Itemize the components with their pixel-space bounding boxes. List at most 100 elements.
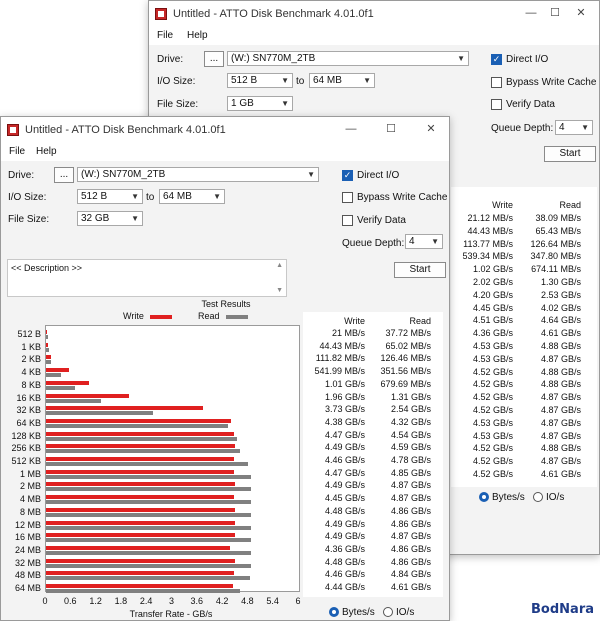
back-write-value: 4.52 GB/s: [472, 366, 513, 377]
io-from-select[interactable]: 512 B ▼: [227, 73, 293, 88]
back-write-value: 4.36 GB/s: [472, 328, 513, 339]
drive-select[interactable]: (W:) SN770M_2TB ▼: [227, 51, 469, 66]
direct-io-checkbox[interactable]: ✓: [342, 170, 353, 181]
read-bar: [46, 589, 241, 593]
io-to-select[interactable]: 64 MB ▼: [159, 189, 225, 204]
description-box[interactable]: << Description >> ▲ ▼: [7, 259, 287, 297]
front-write-value: 4.36 GB/s: [324, 543, 365, 554]
front-write-value: 4.45 GB/s: [324, 493, 365, 504]
io-from-select[interactable]: 512 B ▼: [77, 189, 143, 204]
direct-io-label: Direct I/O: [357, 170, 400, 181]
file-size-select[interactable]: 32 GB ▼: [77, 211, 143, 226]
back-write-value: 4.51 GB/s: [472, 315, 513, 326]
front-write-value: 4.47 GB/s: [324, 429, 365, 440]
front-read-value: 1.31 GB/s: [390, 391, 431, 402]
front-read-value: 351.56 MB/s: [380, 366, 431, 377]
drive-select[interactable]: (W:) SN770M_2TB ▼: [77, 167, 319, 182]
front-read-value: 4.85 GB/s: [390, 467, 431, 478]
chevron-down-icon: ▼: [281, 99, 289, 108]
drive-value: (W:) SN770M_2TB: [81, 169, 166, 180]
verify-data-checkbox[interactable]: [491, 99, 502, 110]
io-to-value: 64 MB: [313, 75, 342, 86]
read-bar: [46, 576, 251, 581]
back-read-value: 4.64 GB/s: [540, 315, 581, 326]
scroll-down-icon[interactable]: ▼: [276, 287, 283, 294]
menu-help[interactable]: Help: [36, 146, 57, 157]
read-bar: [46, 462, 248, 466]
back-results-panel: Write Read 21.12 MB/s 38.09 MB/s 44.43 MB/…: [451, 187, 597, 487]
front-menubar: File Help: [1, 143, 449, 161]
front-write-value: 21 MB/s: [331, 328, 365, 338]
front-window[interactable]: Untitled - ATTO Disk Benchmark 4.01.0f1 …: [0, 116, 450, 621]
read-bar: [46, 563, 251, 568]
read-bar: [46, 436, 238, 441]
front-read-value: 4.32 GB/s: [390, 416, 431, 427]
verify-data-label: Verify Data: [357, 215, 406, 226]
verify-data-checkbox[interactable]: [342, 215, 353, 226]
back-read-value: 65.43 MB/s: [535, 225, 581, 236]
menu-file[interactable]: File: [9, 146, 25, 157]
bytes-per-second-radio[interactable]: [479, 492, 489, 502]
x-tick-label: 0: [42, 596, 48, 606]
minimize-icon[interactable]: —: [521, 5, 541, 21]
read-bar: [46, 411, 154, 416]
drive-label: Drive:: [157, 54, 184, 65]
front-write-value: 3.73 GB/s: [324, 404, 365, 415]
read-bar: [46, 550, 251, 555]
read-bar: [46, 487, 252, 492]
x-tick-label: 4.8: [241, 596, 254, 606]
io-per-second-radio[interactable]: [533, 492, 543, 502]
io-size-label: I/O Size:: [8, 192, 47, 203]
bypass-cache-checkbox[interactable]: [491, 77, 502, 88]
browse-button[interactable]: ...: [54, 167, 74, 183]
front-read-value: 65.02 MB/s: [385, 340, 431, 351]
maximize-icon[interactable]: ☐: [545, 5, 565, 21]
front-titlebar[interactable]: Untitled - ATTO Disk Benchmark 4.01.0f1 …: [1, 117, 449, 143]
bypass-cache-checkbox[interactable]: [342, 192, 353, 203]
back-write-value: 4.52 GB/s: [472, 443, 513, 454]
maximize-icon[interactable]: ☐: [381, 121, 401, 137]
chevron-down-icon: ▼: [457, 54, 465, 63]
back-read-value: 4.88 GB/s: [540, 379, 581, 390]
write-bar: [46, 368, 69, 373]
scroll-up-icon[interactable]: ▲: [276, 262, 283, 269]
io-per-second-radio[interactable]: [383, 607, 393, 617]
y-tick-label: 128 KB: [11, 430, 41, 441]
read-bar: [46, 474, 251, 479]
y-tick-label: 32 MB: [14, 557, 41, 568]
y-tick-label: 24 MB: [14, 544, 41, 555]
back-titlebar[interactable]: Untitled - ATTO Disk Benchmark 4.01.0f1 …: [149, 1, 599, 27]
close-icon[interactable]: ✕: [571, 5, 591, 21]
io-to-select[interactable]: 64 MB ▼: [309, 73, 375, 88]
drive-label: Drive:: [8, 170, 35, 181]
menu-help[interactable]: Help: [187, 30, 208, 41]
close-icon[interactable]: ✕: [421, 121, 441, 137]
bytes-per-second-radio[interactable]: [329, 607, 339, 617]
start-button[interactable]: Start: [394, 262, 446, 278]
y-tick-label: 256 KB: [11, 443, 41, 454]
front-write-value: 4.49 GB/s: [324, 442, 365, 453]
menu-file[interactable]: File: [157, 30, 173, 41]
chevron-down-icon: ▼: [307, 170, 315, 179]
back-read-value: 126.64 MB/s: [530, 238, 581, 249]
io-to-value: 64 MB: [163, 191, 192, 202]
x-tick-label: 2.4: [139, 596, 153, 606]
browse-button[interactable]: ...: [204, 51, 224, 67]
back-read-value: 4.87 GB/s: [540, 392, 581, 403]
start-button[interactable]: Start: [544, 146, 596, 162]
write-bar: [46, 584, 234, 588]
front-write-value: 4.46 GB/s: [324, 455, 365, 465]
file-size-select[interactable]: 1 GB ▼: [227, 96, 293, 111]
x-tick-label: 6: [295, 596, 301, 606]
queue-depth-select[interactable]: 4 ▼: [555, 120, 593, 135]
write-bar: [46, 418, 231, 423]
minimize-icon[interactable]: —: [341, 121, 361, 137]
y-tick-label: 4 KB: [21, 367, 41, 378]
direct-io-checkbox[interactable]: ✓: [491, 54, 502, 65]
chart-plot-area: [45, 325, 300, 593]
write-bar: [46, 520, 236, 525]
verify-data-label: Verify Data: [506, 99, 555, 110]
queue-depth-select[interactable]: 4 ▼: [405, 234, 443, 249]
back-write-value: 44.43 MB/s: [467, 225, 513, 236]
y-tick-label: 12 MB: [14, 519, 41, 530]
